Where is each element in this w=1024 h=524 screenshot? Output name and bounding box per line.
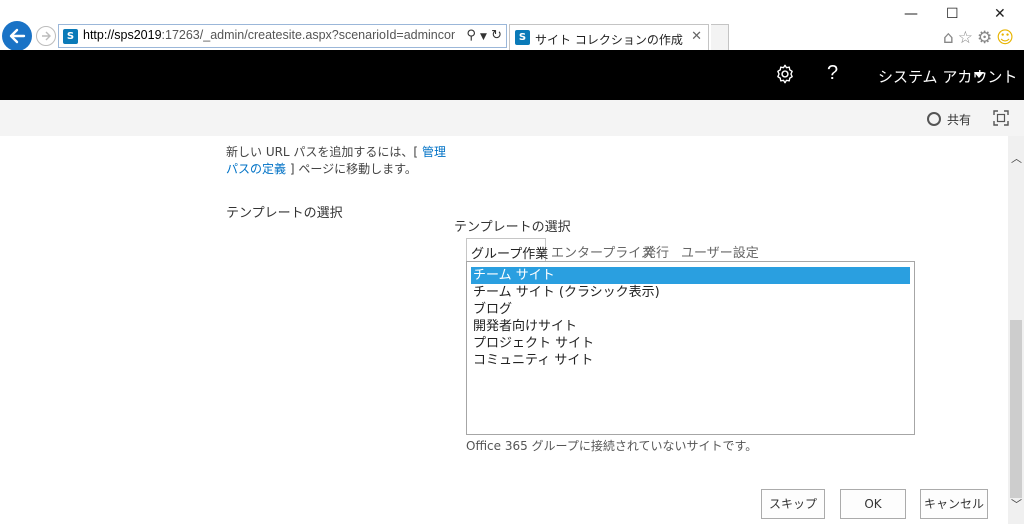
- back-button[interactable]: [2, 21, 32, 51]
- list-item[interactable]: コミュニティ サイト: [471, 352, 910, 369]
- new-tab-button[interactable]: [711, 24, 729, 50]
- tab-title: サイト コレクションの作成: [535, 33, 683, 47]
- template-description: Office 365 グループに接続されていないサイトです。: [466, 439, 758, 453]
- scroll-down-icon[interactable]: ﹀: [1011, 496, 1022, 512]
- address-controls: ⚲ ▼ ↻: [466, 28, 502, 43]
- cancel-button[interactable]: キャンセル: [920, 489, 988, 519]
- template-field-label: テンプレートの選択: [454, 220, 571, 235]
- close-tab-icon[interactable]: ✕: [691, 29, 702, 44]
- user-menu[interactable]: システム アカウント: [878, 66, 1017, 87]
- browser-chrome: — ☐ ✕ S http://sps2019:17263/_admin/crea…: [0, 0, 1024, 51]
- address-bar[interactable]: S http://sps2019:17263/_admin/createsite…: [58, 24, 507, 48]
- smiley-feedback-icon[interactable]: ☺: [996, 28, 1018, 48]
- list-item[interactable]: チーム サイト (クラシック表示): [471, 284, 910, 301]
- sharepoint-tab-icon: S: [515, 30, 530, 45]
- search-icon[interactable]: ⚲: [466, 28, 476, 43]
- scroll-up-icon[interactable]: ︿: [1011, 150, 1022, 166]
- home-icon[interactable]: ⌂: [943, 28, 958, 48]
- list-item[interactable]: 開発者向けサイト: [471, 318, 910, 335]
- url-host: http://sps2019: [83, 28, 162, 42]
- list-item[interactable]: ブログ: [471, 301, 910, 318]
- tab-collaboration[interactable]: グループ作業: [466, 238, 548, 262]
- share-icon: [927, 112, 941, 126]
- close-window-icon[interactable]: ✕: [994, 6, 1006, 22]
- share-label: 共有: [947, 113, 972, 127]
- vertical-scrollbar[interactable]: ︿ ﹀: [1008, 136, 1024, 524]
- browser-toolbar-icons: ⌂☆⚙☺: [943, 28, 1018, 48]
- dropdown-icon[interactable]: ▼: [480, 32, 487, 42]
- help-icon[interactable]: ?: [827, 62, 838, 85]
- refresh-icon[interactable]: ↻: [491, 28, 502, 43]
- url-path: :17263/_admin/createsite.aspx?scenarioId…: [161, 28, 455, 42]
- sharepoint-icon: S: [63, 29, 78, 44]
- settings-gear-icon[interactable]: ⚙: [977, 28, 996, 48]
- forward-button[interactable]: [36, 26, 56, 46]
- ribbon-bar: 共有: [0, 100, 1024, 136]
- template-listbox[interactable]: チーム サイト チーム サイト (クラシック表示) ブログ 開発者向けサイト プ…: [466, 261, 915, 435]
- focus-mode-icon[interactable]: [993, 110, 1009, 126]
- address-url[interactable]: http://sps2019:17263/_admin/createsite.a…: [83, 28, 455, 42]
- ok-button[interactable]: OK: [840, 489, 906, 519]
- favorites-star-icon[interactable]: ☆: [958, 28, 977, 48]
- back-arrow-icon: [9, 28, 26, 44]
- note-prefix: 新しい URL パスを追加するには、[: [226, 145, 422, 159]
- main-content: 新しい URL パスを追加するには、[ 管理パスの定義 ] ページに移動します。…: [0, 136, 1008, 524]
- share-button[interactable]: 共有: [927, 111, 971, 128]
- managed-path-note: 新しい URL パスを追加するには、[ 管理パスの定義 ] ページに移動します。: [226, 144, 446, 178]
- forward-arrow-icon: [42, 31, 51, 41]
- list-item[interactable]: プロジェクト サイト: [471, 335, 910, 352]
- maximize-icon[interactable]: ☐: [946, 6, 959, 22]
- minimize-icon[interactable]: —: [904, 6, 918, 22]
- list-item[interactable]: チーム サイト: [471, 267, 910, 284]
- suite-bar: ? システム アカウント: [0, 50, 1024, 100]
- skip-button[interactable]: スキップ: [761, 489, 825, 519]
- tab-publishing[interactable]: 発行: [639, 238, 673, 262]
- tab-custom[interactable]: ユーザー設定: [677, 238, 763, 262]
- section-title: テンプレートの選択: [226, 206, 343, 221]
- browser-tab[interactable]: S サイト コレクションの作成 ✕: [509, 24, 709, 50]
- settings-gear-icon[interactable]: [774, 63, 796, 85]
- note-suffix: ] ページに移動します。: [286, 162, 417, 176]
- scroll-thumb[interactable]: [1010, 320, 1022, 498]
- chevron-down-icon[interactable]: [974, 72, 984, 78]
